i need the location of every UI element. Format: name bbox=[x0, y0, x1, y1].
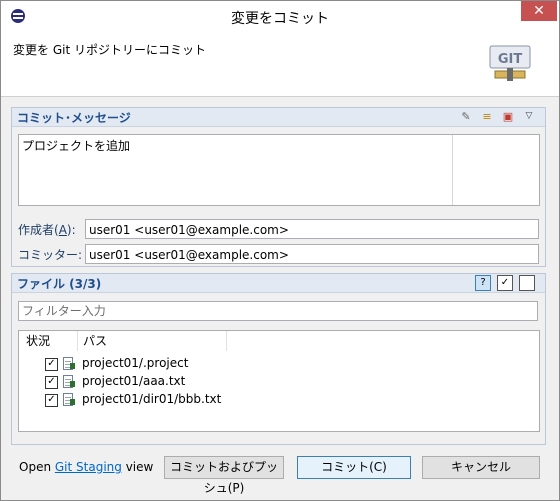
commit-message-title: コミット･メッセージ bbox=[17, 111, 131, 125]
file-checkbox[interactable]: ✓ bbox=[45, 394, 58, 407]
untracked-badge-icon bbox=[70, 399, 75, 405]
file-checkbox[interactable]: ✓ bbox=[45, 376, 58, 389]
files-title: ファイル (3/3) bbox=[17, 277, 102, 291]
chevron-down-icon[interactable]: ▽ bbox=[522, 109, 536, 123]
file-path: project01/aaa.txt bbox=[82, 374, 186, 388]
open-staging-text: Open Git Staging view bbox=[19, 460, 154, 474]
commit-button[interactable]: コミット(C) bbox=[297, 456, 411, 479]
select-all-icon[interactable]: ✓ bbox=[497, 275, 513, 291]
file-path: project01/dir01/bbb.txt bbox=[82, 392, 222, 406]
author-label: 作成者(A): bbox=[18, 223, 76, 237]
svg-text:GIT: GIT bbox=[498, 52, 523, 67]
cancel-button[interactable]: キャンセル bbox=[422, 456, 540, 479]
column-path[interactable]: パス bbox=[83, 331, 107, 351]
show-untracked-icon[interactable]: ? bbox=[475, 275, 491, 291]
change-id-icon[interactable]: ▣ bbox=[501, 110, 515, 124]
filter-input[interactable]: フィルター入力 bbox=[18, 301, 538, 321]
files-table: 状況 パス ✓ project01/.project ✓ project01/a… bbox=[18, 330, 540, 432]
table-row[interactable]: ✓ project01/.project bbox=[19, 355, 539, 373]
header-description: 変更を Git リポジトリーにコミット bbox=[13, 43, 206, 57]
committer-label: コミッター: bbox=[18, 248, 83, 262]
git-logo-icon: GIT bbox=[489, 45, 531, 81]
file-path: project01/.project bbox=[82, 356, 189, 370]
close-button[interactable]: ✕ bbox=[521, 1, 557, 21]
commit-message-header: コミット･メッセージ ✎ ≡ ▣ ▽ bbox=[12, 108, 545, 127]
commit-message-section: コミット･メッセージ ✎ ≡ ▣ ▽ プロジェクトを追加 作成者(A): use… bbox=[11, 107, 546, 267]
title-bar: 変更をコミット ✕ bbox=[1, 1, 559, 33]
author-field[interactable]: user01 <user01@example.com> bbox=[85, 219, 539, 239]
commit-dialog: 変更をコミット ✕ 変更を Git リポジトリーにコミット GIT コミット･メ… bbox=[0, 0, 560, 501]
untracked-badge-icon bbox=[70, 363, 75, 369]
amend-icon[interactable]: ≡ bbox=[480, 110, 494, 124]
sign-off-icon[interactable]: ✎ bbox=[459, 110, 473, 124]
committer-field[interactable]: user01 <user01@example.com> bbox=[85, 244, 539, 264]
table-row[interactable]: ✓ project01/aaa.txt bbox=[19, 373, 539, 391]
commit-and-push-button[interactable]: コミットおよびプッシュ(P) bbox=[164, 456, 284, 495]
deselect-all-icon[interactable] bbox=[519, 275, 535, 291]
file-checkbox[interactable]: ✓ bbox=[45, 358, 58, 371]
window-title: 変更をコミット bbox=[231, 11, 329, 27]
column-status[interactable]: 状況 bbox=[26, 331, 50, 351]
files-section: ファイル (3/3) ? ✓ フィルター入力 状況 パス ✓ project01… bbox=[11, 273, 546, 445]
files-header: ファイル (3/3) ? ✓ bbox=[12, 274, 545, 293]
commit-message-input[interactable]: プロジェクトを追加 bbox=[18, 134, 540, 206]
untracked-badge-icon bbox=[70, 381, 75, 387]
git-staging-link[interactable]: Git Staging bbox=[55, 460, 122, 474]
dialog-header: 変更を Git リポジトリーにコミット GIT bbox=[1, 33, 559, 97]
table-row[interactable]: ✓ project01/dir01/bbb.txt bbox=[19, 391, 539, 409]
